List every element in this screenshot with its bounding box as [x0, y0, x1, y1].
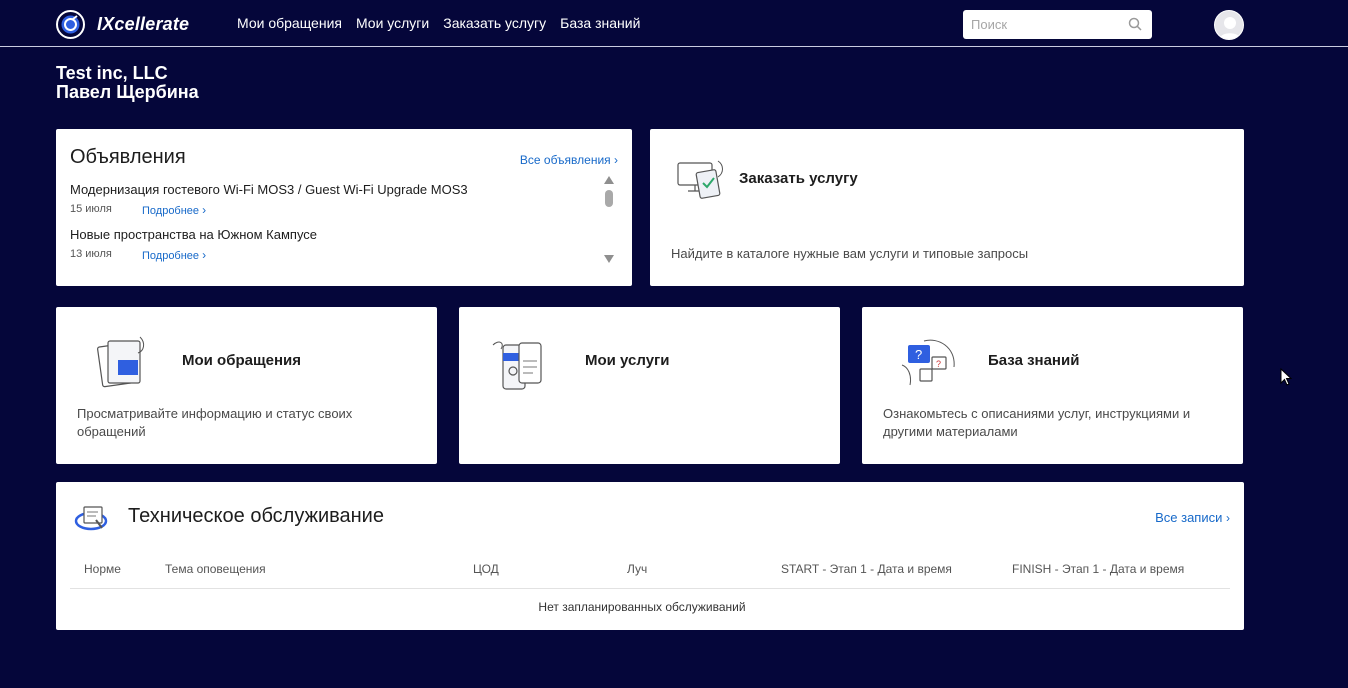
user-icon [1219, 17, 1241, 39]
chevron-right-icon: › [614, 153, 618, 167]
empty-state-text: Нет запланированных обслуживаний [538, 600, 746, 614]
column-header-start[interactable]: START - Этап 1 - Дата и время [781, 562, 952, 576]
maintenance-card: Техническое обслуживание Все записи › Но… [56, 482, 1244, 630]
more-label: Подробнее [142, 205, 200, 217]
my-requests-card[interactable]: Мои обращения Просматривайте информацию … [56, 307, 437, 464]
search-box [963, 10, 1152, 39]
table-divider [70, 588, 1230, 589]
order-service-title: Заказать услугу [739, 170, 858, 187]
chevron-right-icon: › [202, 248, 207, 262]
logo[interactable]: IXcellerate [56, 10, 189, 39]
all-announcements-label: Все объявления [519, 153, 611, 167]
column-header-dc[interactable]: ЦОД [473, 562, 499, 576]
column-header-finish[interactable]: FINISH - Этап 1 - Дата и время [1012, 562, 1184, 576]
top-navbar: IXcellerate Мои обращения Мои услуги Зак… [0, 0, 1348, 47]
chevron-right-icon: › [202, 203, 207, 217]
scroll-down-icon[interactable] [604, 255, 614, 263]
order-service-card[interactable]: Заказать услугу Найдите в каталоге нужны… [650, 129, 1244, 286]
announcement-title[interactable]: Модернизация гостевого Wi-Fi MOS3 / Gues… [70, 182, 468, 197]
requests-icon [97, 336, 145, 388]
announcements-title: Объявления [70, 146, 186, 168]
scroll-up-icon[interactable] [604, 176, 614, 184]
maintenance-title: Техническое обслуживание [128, 505, 384, 527]
knowledge-base-title: База знаний [988, 352, 1080, 369]
search-icon[interactable] [1128, 17, 1142, 31]
more-label: Подробнее [142, 250, 200, 262]
column-header-beam[interactable]: Луч [627, 562, 647, 576]
nav-knowledge-base[interactable]: База знаний [560, 15, 640, 31]
announcement-date: 13 июля [70, 248, 112, 260]
brand-name: IXcellerate [97, 14, 190, 34]
my-services-card[interactable]: Мои услуги [459, 307, 840, 464]
all-records-link[interactable]: Все записи › [1155, 510, 1230, 525]
announcement-more-link[interactable]: Подробнее › [142, 203, 206, 217]
svg-text:?: ? [915, 347, 922, 362]
announcements-card: Объявления Все объявления › Модернизация… [56, 129, 632, 286]
nav-my-requests[interactable]: Мои обращения [237, 15, 342, 31]
company-name: Test inc, LLC [56, 63, 168, 83]
user-name: Павел Щербина [56, 82, 199, 102]
order-service-icon [677, 160, 723, 199]
main-nav: Мои обращения Мои услуги Заказать услугу… [237, 15, 654, 31]
my-requests-title: Мои обращения [182, 352, 302, 369]
announcement-date: 15 июля [70, 203, 112, 215]
search-input[interactable] [971, 14, 1121, 35]
logo-icon [56, 10, 85, 39]
knowledge-base-desc: Ознакомьтесь с описаниями услуг, инструк… [883, 406, 1191, 439]
all-announcements-link[interactable]: Все объявления › [520, 153, 618, 167]
my-services-title: Мои услуги [585, 352, 670, 369]
knowledge-base-card[interactable]: ? ? База знаний Ознакомьтесь с описаниям… [862, 307, 1243, 464]
all-records-label: Все записи [1155, 510, 1223, 525]
order-service-desc: Найдите в каталоге нужные вам услуги и т… [671, 246, 1029, 261]
my-requests-desc: Просматривайте информацию и статус своих… [77, 406, 353, 439]
services-icon [492, 341, 542, 390]
user-avatar[interactable] [1214, 10, 1244, 40]
svg-text:?: ? [936, 359, 941, 369]
nav-my-services[interactable]: Мои услуги [356, 15, 429, 31]
announcement-title[interactable]: Новые пространства на Южном Кампусе [70, 227, 317, 242]
column-header-topic[interactable]: Тема оповещения [165, 562, 266, 576]
maintenance-icon [74, 506, 108, 531]
nav-order-service[interactable]: Заказать услугу [443, 15, 546, 31]
mouse-cursor-icon [1280, 368, 1292, 386]
chevron-right-icon: › [1226, 511, 1230, 525]
scrollbar-thumb[interactable] [605, 190, 613, 207]
announcement-more-link[interactable]: Подробнее › [142, 248, 206, 262]
column-header-norm[interactable]: Норме [84, 562, 121, 576]
knowledge-base-icon: ? ? [901, 339, 955, 386]
